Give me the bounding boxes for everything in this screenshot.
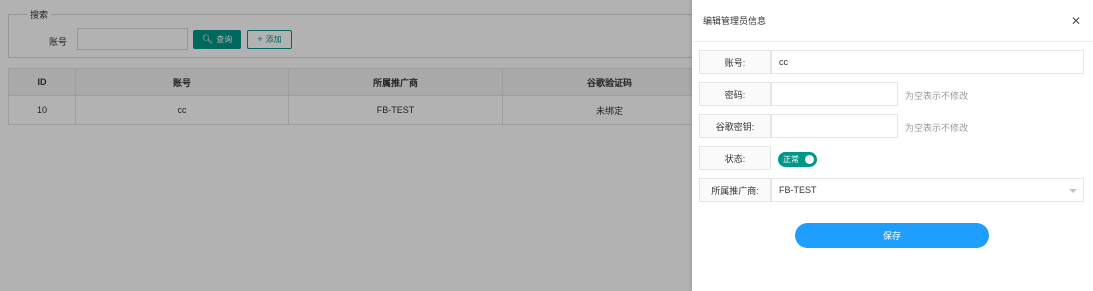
account-field[interactable]: cc [771,50,1084,74]
toggle-knob [805,155,814,164]
status-label: 状态: [699,146,771,170]
chevron-down-icon [1069,189,1077,193]
password-hint: 为空表示不修改 [905,91,969,101]
password-field[interactable] [771,82,898,106]
promoter-label: 所属推广商: [699,178,771,202]
status-toggle[interactable]: 正常 [778,152,817,167]
promoter-selected-value: FB-TEST [779,185,817,195]
drawer-header: 编辑管理员信息 ✕ [692,0,1093,42]
google-key-hint: 为空表示不修改 [905,123,969,133]
google-key-label: 谷歌密钥: [699,114,771,138]
promoter-select[interactable]: FB-TEST [771,178,1084,202]
save-button[interactable]: 保存 [795,223,989,248]
close-icon[interactable]: ✕ [1071,15,1081,27]
password-label: 密码: [699,82,771,106]
edit-admin-drawer: 编辑管理员信息 ✕ 账号: cc 密码: 为空表示不修改 谷歌密钥: 为空表示不… [692,0,1093,291]
drawer-title: 编辑管理员信息 [703,16,767,26]
google-key-field[interactable] [771,114,898,138]
account-label: 账号: [699,50,771,74]
status-toggle-text: 正常 [783,155,799,164]
